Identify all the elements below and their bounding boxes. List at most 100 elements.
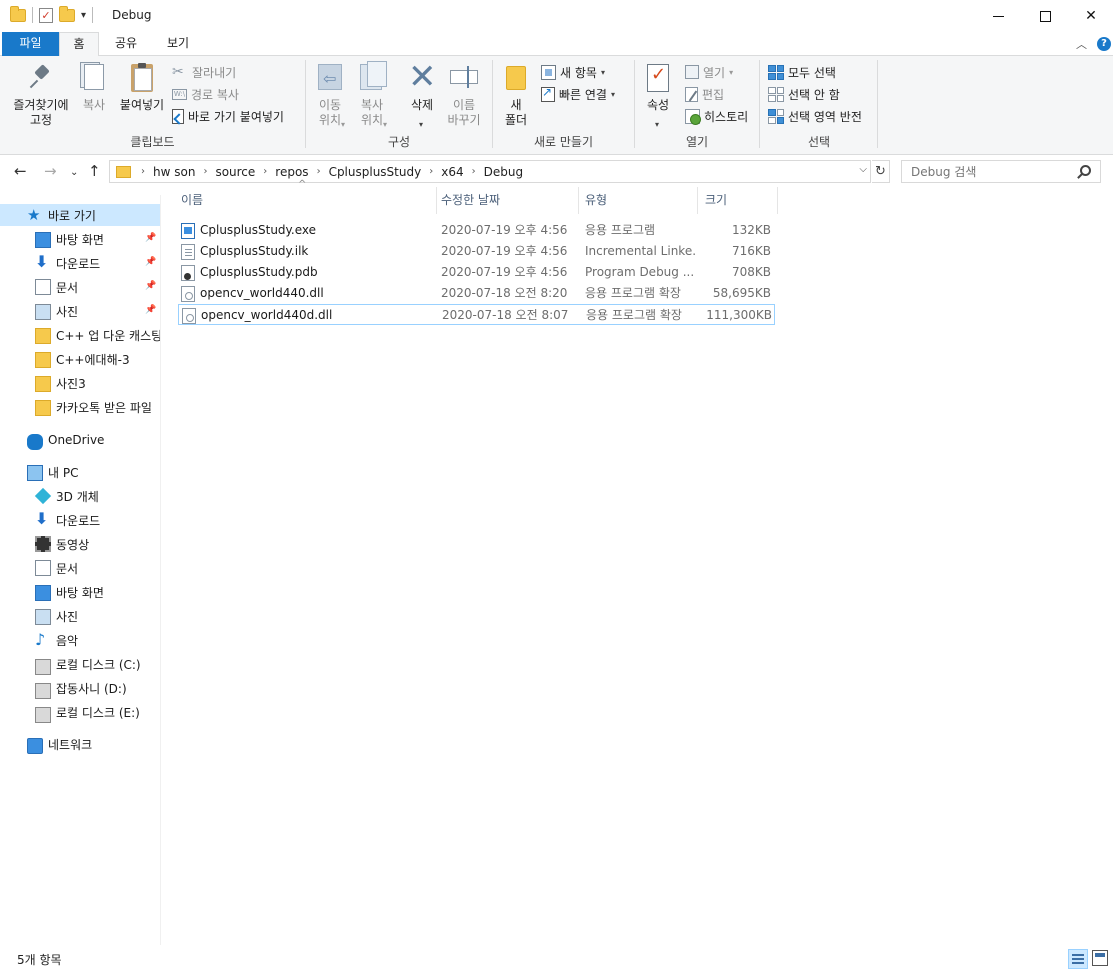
new-folder-button[interactable]: 새 폴더 [499,62,533,128]
file-list: ^ 이름 수정한 날짜 유형 크기 CplusplusStudy.exe 202… [170,179,1113,945]
collapse-ribbon-chevron-icon[interactable]: ︿ [1076,36,1087,52]
search-icon[interactable] [1080,165,1091,176]
nav-pc-item[interactable]: 잡동사니 (D:) [0,677,160,699]
nav-quick-item[interactable]: 바탕 화면 📌 [0,228,160,250]
copy-icon [78,62,110,94]
breadcrumb-item[interactable]: x64 [441,165,463,179]
rename-button[interactable]: 이름 바꾸기 [446,62,482,128]
open-group: 속성 ▾ 열기 ▾ 편집 히스토리 열기 [635,58,759,153]
tab-share[interactable]: 공유 [103,32,149,56]
delete-dropdown-icon[interactable]: ▾ [419,120,423,129]
up-arrow-icon[interactable]: ↑ [88,162,101,180]
select-none-button[interactable]: 선택 안 함 [768,84,840,104]
new-item-dropdown-icon: ▾ [600,67,605,77]
column-header-name[interactable]: 이름 [172,187,437,214]
document-icon [35,279,51,295]
breadcrumb-item[interactable]: repos [275,165,308,179]
back-arrow-icon[interactable]: ← [14,162,27,180]
close-button[interactable]: ✕ [1068,0,1113,32]
file-row-focused[interactable]: opencv_world440d.dll 2020-07-18 오전 8:07 … [178,304,775,325]
nav-quick-access[interactable]: ★ 바로 가기 [0,204,160,226]
breadcrumb-item[interactable]: Debug [484,165,523,179]
maximize-button[interactable] [1022,0,1068,32]
copy-button[interactable]: 복사 [76,62,112,113]
paste-button[interactable]: 붙여넣기 [114,62,170,113]
search-input[interactable] [901,160,1101,183]
properties-button[interactable]: 속성 [641,62,675,113]
nav-pc-item[interactable]: 바탕 화면 [0,581,160,603]
pictures-icon [35,304,51,320]
file-row[interactable]: CplusplusStudy.ilk 2020-07-19 오후 4:56 In… [178,241,775,262]
minimize-button[interactable] [975,0,1021,32]
properties-dropdown-icon[interactable]: ▾ [655,120,659,129]
column-header-size[interactable]: 크기 [696,187,776,214]
chevron-right-icon[interactable]: › [429,166,433,177]
breadcrumb-item[interactable]: CplusplusStudy [329,165,422,179]
file-row[interactable]: opencv_world440.dll 2020-07-18 오전 8:20 응… [178,283,775,304]
move-to-button[interactable]: 이동 위치 [312,62,348,128]
invert-selection-button[interactable]: 선택 영역 반전 [768,106,862,126]
file-size: 132KB [731,223,771,237]
scissors-icon: ✂ [172,64,184,80]
breadcrumb-item[interactable]: source [215,165,255,179]
address-history-chevron-icon[interactable]: ⌵ [859,164,867,175]
new-item-button[interactable]: 새 항목 ▾ [541,62,605,82]
chevron-right-icon[interactable]: › [203,166,207,177]
nav-this-pc[interactable]: 내 PC [0,461,160,483]
column-header-date[interactable]: 수정한 날짜 [432,187,576,214]
nav-pc-item[interactable]: 로컬 디스크 (E:) [0,701,160,723]
cut-button[interactable]: ✂ 잘라내기 [172,62,236,82]
file-row[interactable]: CplusplusStudy.pdb 2020-07-19 오후 4:56 Pr… [178,262,775,283]
pin-quick-access-button[interactable]: 즐겨찾기에 고정 [6,62,76,128]
recent-locations-chevron-icon[interactable]: ⌄ [70,164,78,182]
column-divider[interactable] [777,187,778,214]
chevron-right-icon[interactable]: › [141,166,145,177]
nav-pc-item[interactable]: 문서 [0,557,160,579]
details-view-icon[interactable] [1068,949,1088,969]
file-date: 2020-07-19 오후 4:56 [441,223,568,237]
select-all-button[interactable]: 모두 선택 [768,62,836,82]
chevron-right-icon[interactable]: › [263,166,267,177]
help-icon[interactable]: ? [1097,37,1111,51]
new-folder-quick-icon[interactable] [59,5,75,22]
file-row[interactable]: CplusplusStudy.exe 2020-07-19 오후 4:56 응용… [178,220,775,241]
nav-quick-item[interactable]: ⬇ 다운로드 📌 [0,252,160,274]
nav-onedrive[interactable]: OneDrive [0,429,160,451]
forward-arrow-icon[interactable]: → [44,162,57,180]
nav-pc-item[interactable]: ⬇ 다운로드 [0,509,160,531]
nav-quick-item[interactable]: 카카오톡 받은 파일 [0,396,160,418]
history-button[interactable]: 히스토리 [685,106,748,126]
address-bar[interactable]: › hw son › source › repos › CplusplusStu… [109,160,871,183]
customize-qat-chevron-icon[interactable]: ▾ [81,10,86,21]
nav-quick-item[interactable]: 문서 📌 [0,276,160,298]
nav-quick-item[interactable]: C++에대해-3 [0,348,160,370]
tab-home[interactable]: 홈 [59,32,99,57]
chevron-right-icon[interactable]: › [317,166,321,177]
large-icons-view-icon[interactable] [1092,950,1108,966]
nav-pc-item[interactable]: 사진 [0,605,160,627]
copy-to-button[interactable]: 복사 위치 [354,61,390,128]
delete-button[interactable]: ✕ 삭제 [404,58,440,113]
edit-button[interactable]: 편집 [685,84,724,104]
nav-quick-item[interactable]: C++ 업 다운 캐스팅 [0,324,160,346]
properties-quick-icon[interactable]: ✓ [39,7,53,23]
nav-quick-item[interactable]: 사진 📌 [0,300,160,322]
nav-network[interactable]: 네트워크 [0,733,160,755]
easy-access-icon [541,85,555,102]
nav-label: 사진3 [56,376,86,391]
copy-path-button[interactable]: W:\ 경로 복사 [172,84,239,104]
paste-shortcut-button[interactable]: 바로 가기 붙여넣기 [172,106,284,126]
nav-pc-item[interactable]: 3D 개체 [0,485,160,507]
breadcrumb-item[interactable]: hw son [153,165,195,179]
nav-pc-item[interactable]: 로컬 디스크 (C:) [0,653,160,675]
chevron-right-icon[interactable]: › [472,166,476,177]
tab-file[interactable]: 파일 [2,32,59,56]
refresh-icon[interactable]: ↻ [872,160,890,183]
tab-view[interactable]: 보기 [155,32,201,56]
column-header-type[interactable]: 유형 [576,187,694,214]
nav-pc-item[interactable]: 동영상 [0,533,160,555]
nav-quick-item[interactable]: 사진3 [0,372,160,394]
open-button[interactable]: 열기 ▾ [685,62,733,82]
easy-access-button[interactable]: 빠른 연결 ▾ [541,84,615,104]
nav-pc-item[interactable]: ♪ 음악 [0,629,160,651]
